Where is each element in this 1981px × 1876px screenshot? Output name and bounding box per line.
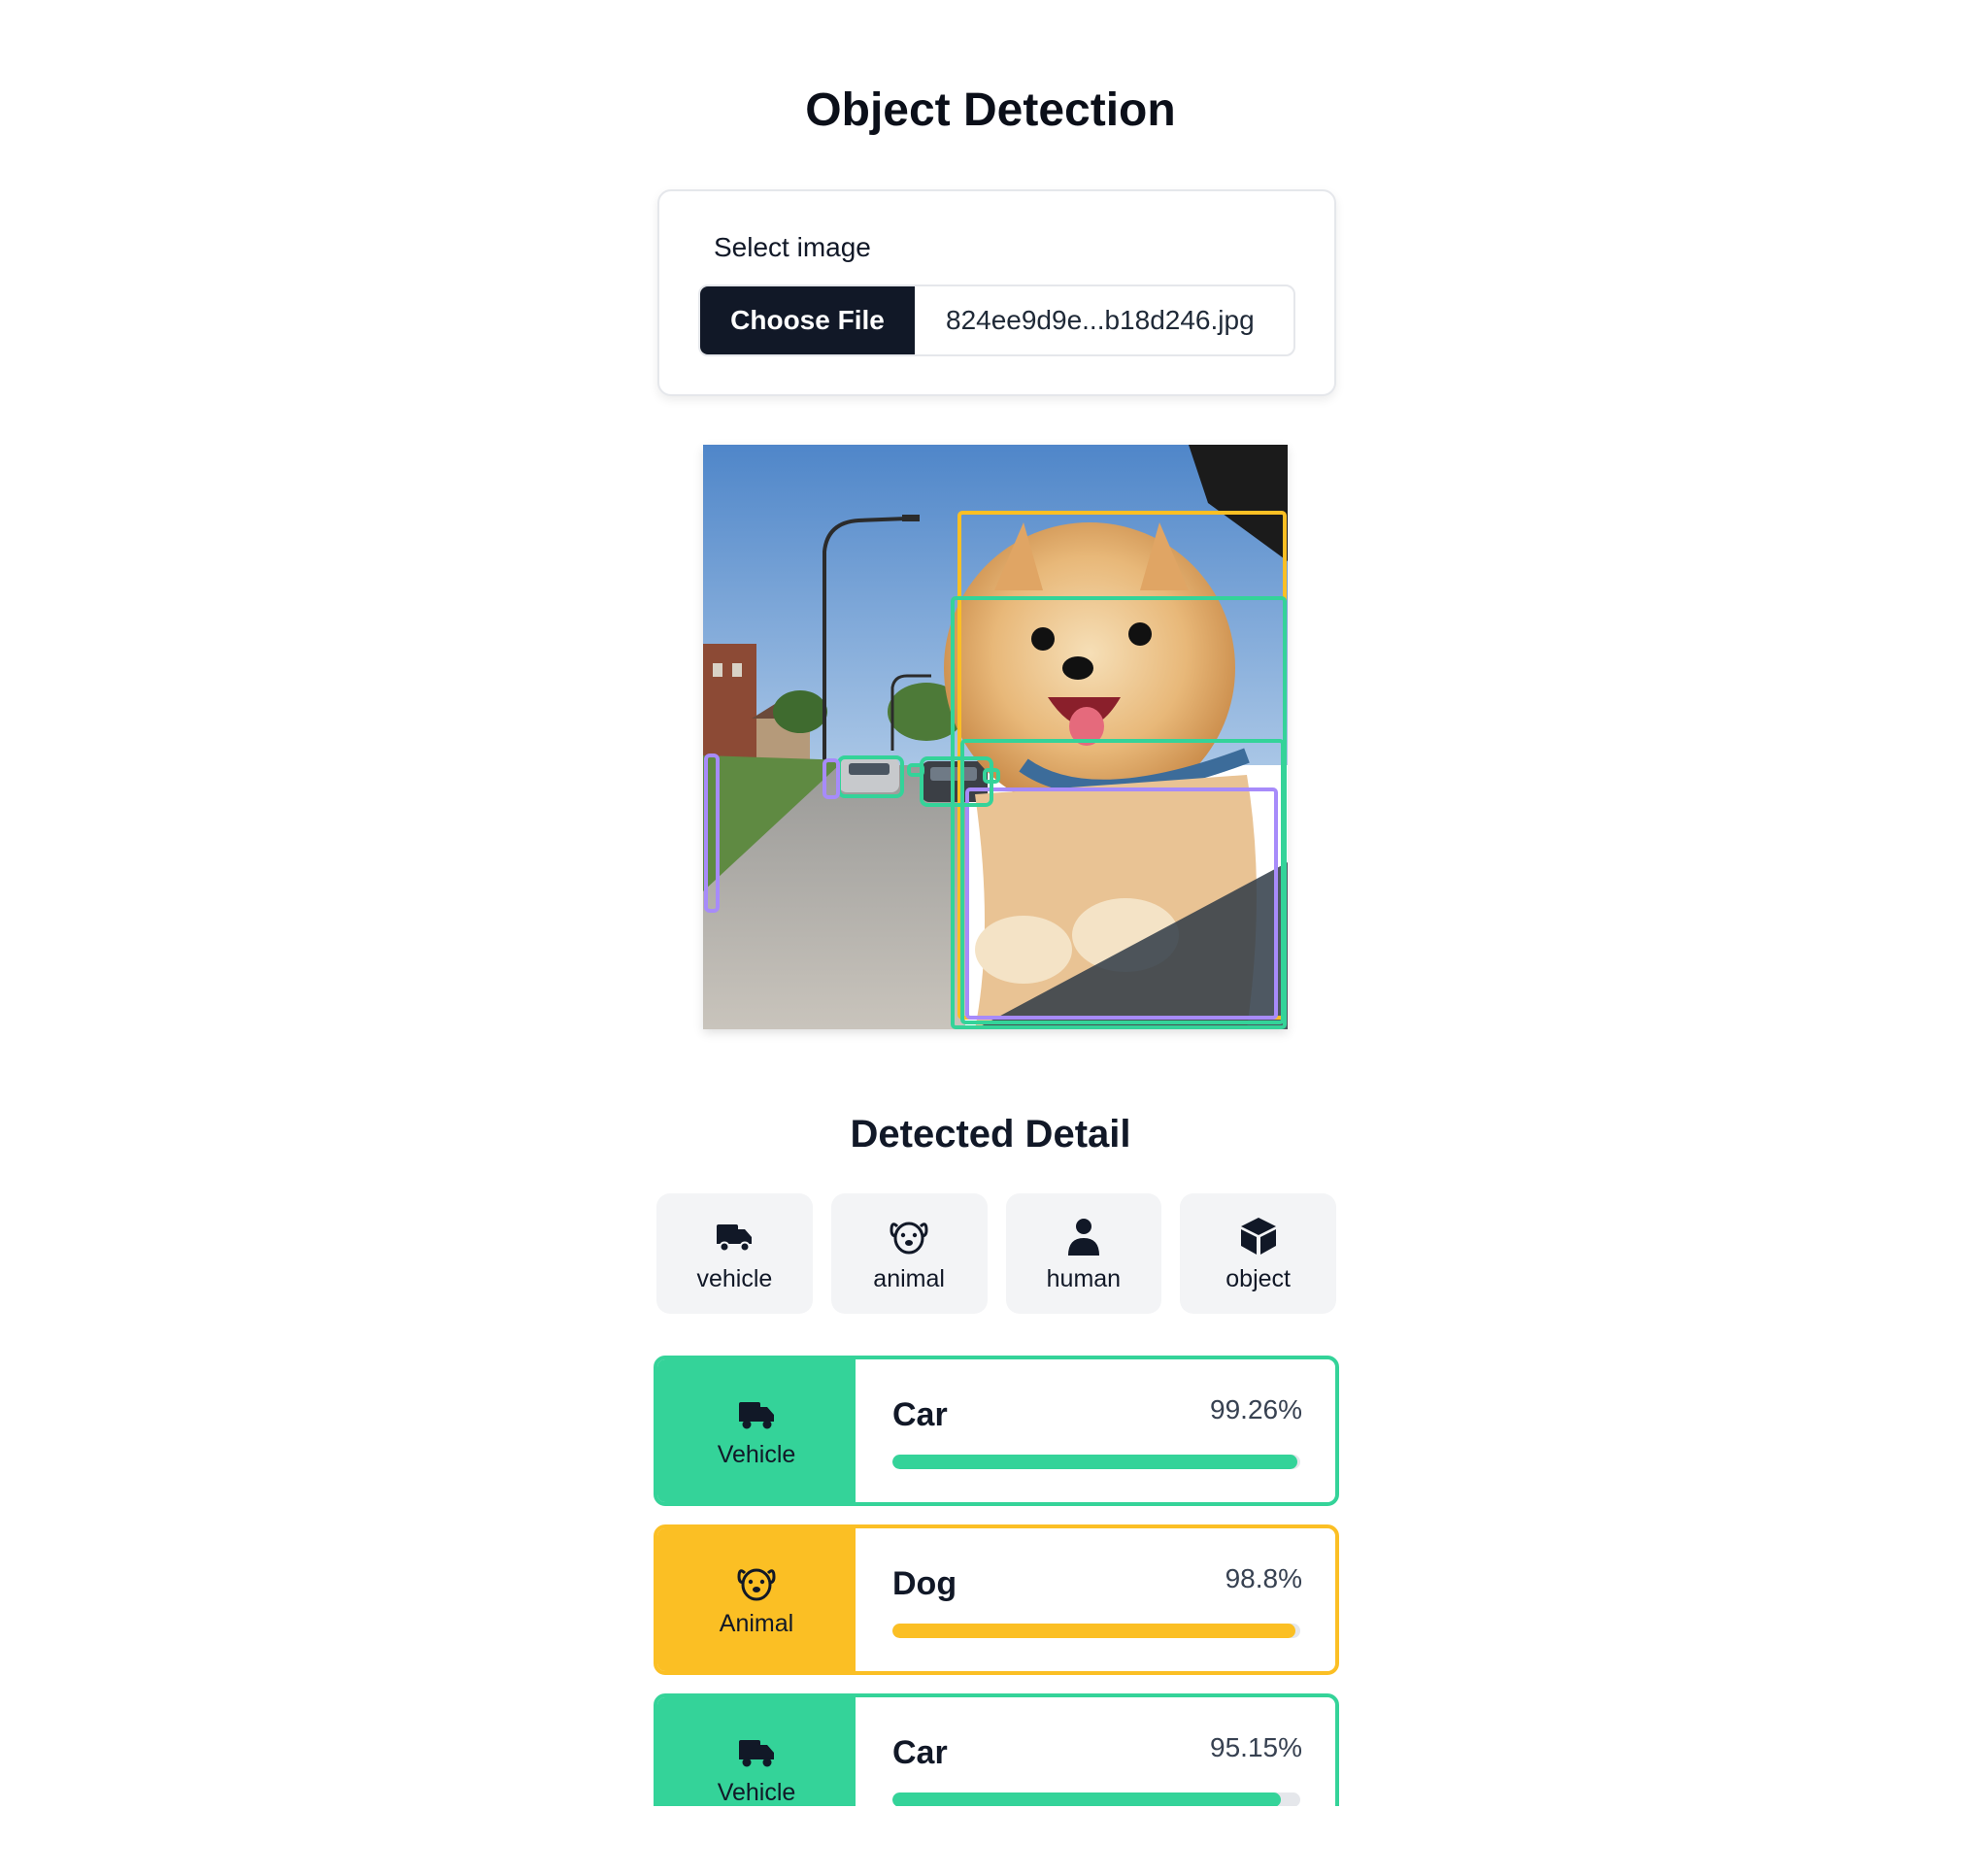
detection-image [703, 445, 1288, 1029]
person-icon [1067, 1218, 1099, 1256]
result-confidence: 98.8% [1225, 1563, 1302, 1593]
truck-icon [717, 1223, 753, 1252]
truck-icon [739, 1402, 774, 1429]
result-category-panel: Vehicle [657, 1697, 856, 1806]
result-confidence: 99.26% [1210, 1394, 1302, 1424]
selected-file-name: 824ee9d9e...b18d246.jpg [946, 305, 1255, 335]
filter-label: human [1046, 1264, 1122, 1292]
result-body: Car 99.26% [856, 1359, 1335, 1502]
confidence-bar-fill [892, 1792, 1281, 1806]
confidence-bar-track [892, 1455, 1300, 1469]
filter-label: object [1226, 1264, 1291, 1292]
result-category-panel: Vehicle [657, 1359, 856, 1502]
result-object-name: Car [892, 1734, 948, 1771]
filter-vehicle[interactable]: vehicle [656, 1193, 813, 1314]
result-card[interactable]: Vehicle Car 99.26% [654, 1356, 1339, 1506]
filter-label: vehicle [696, 1264, 773, 1292]
detected-detail-title: Detected Detail [850, 1113, 1131, 1156]
result-body: Dog 98.8% [856, 1528, 1335, 1671]
upload-label: Select image [714, 232, 871, 262]
result-category-label: Animal [719, 1610, 794, 1637]
result-category-label: Vehicle [717, 1779, 796, 1806]
file-input[interactable]: Choose File 824ee9d9e...b18d246.jpg [698, 285, 1295, 356]
result-card[interactable]: Animal Dog 98.8% [654, 1524, 1339, 1675]
dog-icon [737, 1568, 776, 1601]
filter-animal[interactable]: animal [830, 1193, 988, 1314]
filter-object[interactable]: object [1180, 1193, 1336, 1314]
detection-results-list: Vehicle Car 99.26% Animal Dog 98.8% Vehi… [654, 1356, 1339, 1806]
result-category-label: Vehicle [717, 1441, 796, 1468]
confidence-bar-track [892, 1792, 1300, 1806]
confidence-bar-fill [892, 1624, 1295, 1638]
result-object-name: Dog [892, 1565, 957, 1602]
result-category-panel: Animal [657, 1528, 856, 1671]
result-body: Car 95.15% [856, 1697, 1335, 1806]
confidence-bar-track [892, 1624, 1300, 1638]
dog-icon [890, 1222, 928, 1254]
annotated-photo [703, 445, 1288, 1029]
confidence-bar-fill [892, 1455, 1297, 1469]
result-card[interactable]: Vehicle Car 95.15% [654, 1693, 1339, 1806]
cube-icon [1240, 1217, 1276, 1255]
result-object-name: Car [892, 1396, 948, 1433]
filter-human[interactable]: human [1005, 1193, 1162, 1314]
page-title: Object Detection [805, 84, 1176, 136]
upload-card: Select image Choose File 824ee9d9e...b18… [657, 189, 1336, 396]
filter-label: animal [873, 1264, 945, 1292]
truck-icon [739, 1740, 774, 1767]
result-confidence: 95.15% [1210, 1732, 1302, 1762]
category-filters: vehicle animal human object [656, 1193, 1336, 1314]
choose-file-button[interactable]: Choose File [700, 286, 915, 354]
